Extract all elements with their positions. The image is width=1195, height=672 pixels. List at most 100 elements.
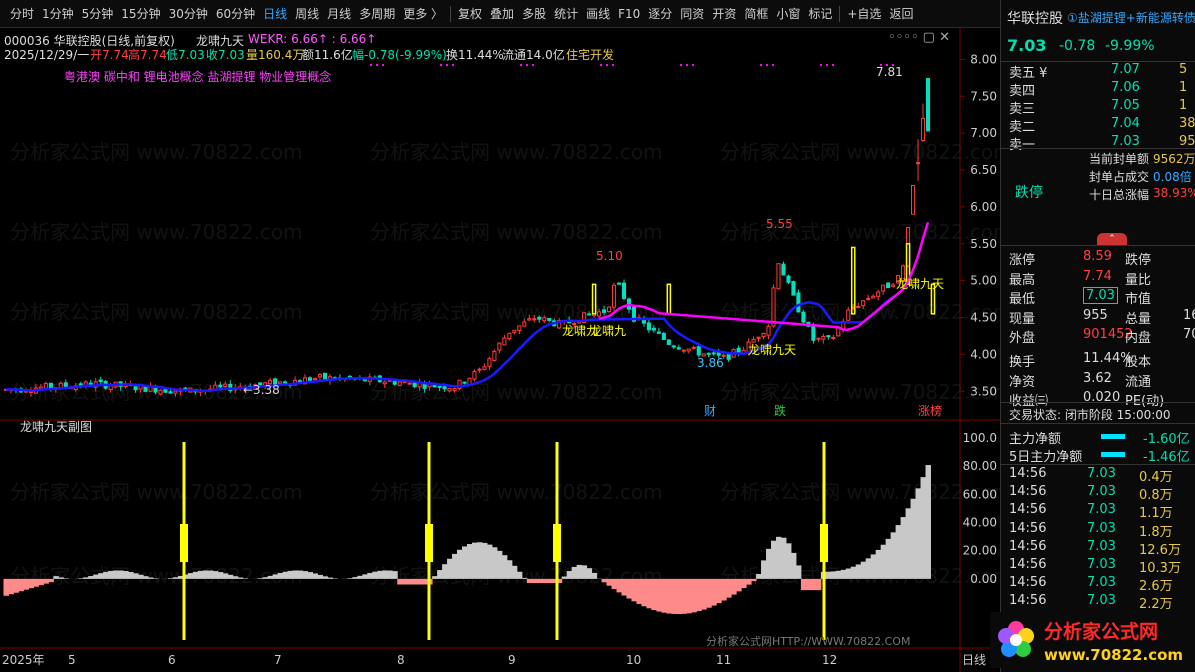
toolbar-item[interactable]: 更多 〉 — [399, 0, 447, 28]
logo-text: 分析家公式网 — [1044, 620, 1158, 643]
candle-body — [796, 292, 801, 313]
oscillator-bar — [28, 578, 34, 589]
limit-down-label: 跌停 — [1015, 185, 1043, 201]
tick-price: 7.03 — [1087, 520, 1116, 536]
oscillator-bar — [93, 574, 99, 579]
toolbar-item[interactable]: 逐分 — [644, 0, 676, 28]
oscillator-bar — [611, 578, 618, 590]
oscillator-bar — [800, 578, 807, 591]
oscillator-bar — [422, 578, 428, 585]
orderbook-volume: 1 — [1179, 98, 1188, 113]
orderbook-row[interactable]: 卖三 7.05 1 — [1001, 98, 1195, 117]
toolbar-item[interactable]: 多股 — [518, 0, 550, 28]
oscillator-bar — [133, 573, 139, 579]
toolbar-item[interactable]: 5分钟 — [78, 0, 118, 28]
flow-label: 5日主力净额 — [1009, 450, 1083, 465]
oscillator-bar — [476, 542, 483, 579]
quote-concept-tag[interactable]: ①盐湖提锂+新能源转债 — [1067, 9, 1195, 26]
candle-body — [821, 335, 826, 340]
toolbar-item[interactable]: +自选 — [843, 0, 885, 28]
event-dot — [440, 64, 442, 66]
toolbar-item[interactable]: 1分钟 — [38, 0, 78, 28]
orderbook-row[interactable]: 卖二 7.04 38 — [1001, 116, 1195, 135]
oscillator-bar — [581, 565, 588, 579]
stat-value: 7.03 — [1083, 287, 1118, 305]
candle-body — [133, 386, 138, 391]
tick-price: 7.03 — [1087, 557, 1116, 572]
toolbar-item[interactable]: 简框 — [740, 0, 772, 28]
toolbar-item[interactable]: 统计 — [550, 0, 582, 28]
toolbar-item[interactable]: 叠加 — [486, 0, 518, 28]
oscillator-bar — [835, 570, 842, 579]
oscillator-bar — [661, 578, 667, 613]
toolbar-item[interactable]: 分时 — [6, 0, 38, 28]
oscillator-bar — [23, 578, 29, 590]
toolbar-item[interactable]: 月线 — [323, 0, 355, 28]
stat-label: 股本 — [1125, 355, 1152, 370]
toolbar-item[interactable]: 画线 — [582, 0, 614, 28]
tick-row: 14:56 7.03 0.4万 — [1001, 466, 1195, 485]
candle-body — [911, 184, 916, 215]
event-dot — [686, 64, 688, 66]
oscillator-bar — [766, 548, 772, 579]
toolbar-item[interactable]: 开资 — [708, 0, 740, 28]
tick-time: 14:56 — [1009, 502, 1047, 518]
toolbar-item[interactable]: 15分钟 — [117, 0, 164, 28]
orderbook-row[interactable]: 卖五 ¥ 7.07 5 — [1001, 62, 1195, 81]
candle-body — [43, 383, 48, 390]
kline-chart[interactable]: 8.00 7.50 7.00 6.50 6.00 5.50 5.00 4.50 4.00 3.50… — [0, 28, 1000, 672]
candle-body — [915, 162, 921, 165]
toolbar-item[interactable]: 30分钟 — [165, 0, 212, 28]
toolbar-item[interactable]: 返回 — [885, 0, 917, 28]
orderbook-price: 7.05 — [1111, 98, 1140, 113]
candle-body — [63, 382, 68, 388]
toolbar-item[interactable]: F10 — [614, 0, 644, 28]
oscillator-bar — [651, 578, 657, 611]
oscillator-bar — [167, 578, 174, 579]
oscillator-bar — [287, 570, 294, 579]
tick-row: 14:56 7.03 1.1万 — [1001, 502, 1195, 521]
oscillator-bar — [217, 572, 224, 579]
candle-body — [38, 386, 43, 390]
oscillator-bar — [83, 577, 89, 579]
event-tag: 涨榜 — [918, 403, 942, 418]
toolbar-item[interactable]: 60分钟 — [212, 0, 259, 28]
tick-price: 7.03 — [1087, 575, 1116, 591]
oscillator-bar — [815, 578, 822, 591]
candle-body — [671, 345, 676, 348]
candle-body — [317, 374, 323, 378]
candle-body — [766, 325, 771, 336]
candle-body — [517, 325, 522, 332]
oscillator-bar — [212, 571, 219, 579]
signal-block — [180, 524, 188, 562]
orderbook-row[interactable]: 卖四 7.06 1 — [1001, 80, 1195, 99]
candle-body — [587, 313, 592, 316]
candle-body — [472, 370, 477, 380]
event-tag: 跌 — [774, 403, 786, 418]
candle-body — [876, 291, 881, 297]
candle-body — [158, 389, 163, 395]
toolbar-item[interactable]: 同资 — [676, 0, 708, 28]
tick-volume: 2.2万 — [1139, 597, 1173, 613]
candle-body — [816, 337, 821, 340]
orderbook-volume: 38 — [1179, 116, 1195, 131]
expand-icon[interactable]: ⌃ — [1097, 233, 1127, 245]
oscillator-bar — [711, 578, 717, 606]
candle-body — [711, 352, 716, 355]
oscillator-bar — [267, 575, 274, 579]
seal-label: 当前封单额 — [1089, 152, 1150, 166]
toolbar-item[interactable]: 复权 — [454, 0, 486, 28]
flow-bar — [1101, 452, 1125, 457]
event-dot — [772, 64, 774, 66]
stat-row: 最低 7.03 市值 — [1001, 287, 1195, 307]
oscillator-bar — [302, 571, 309, 579]
site-logo: 分析家公式网 www.70822.com — [990, 612, 1185, 668]
toolbar-item[interactable]: 小窗 — [772, 0, 804, 28]
toolbar-item[interactable]: 日线 — [259, 0, 291, 28]
oscillator-bar — [138, 574, 144, 579]
x-tick-label: 6 — [168, 653, 176, 667]
toolbar-item[interactable]: 多周期 — [355, 0, 399, 28]
toolbar-item[interactable]: 周线 — [291, 0, 323, 28]
toolbar-item[interactable]: 标记 — [804, 0, 836, 28]
oscillator-bar — [98, 573, 104, 579]
